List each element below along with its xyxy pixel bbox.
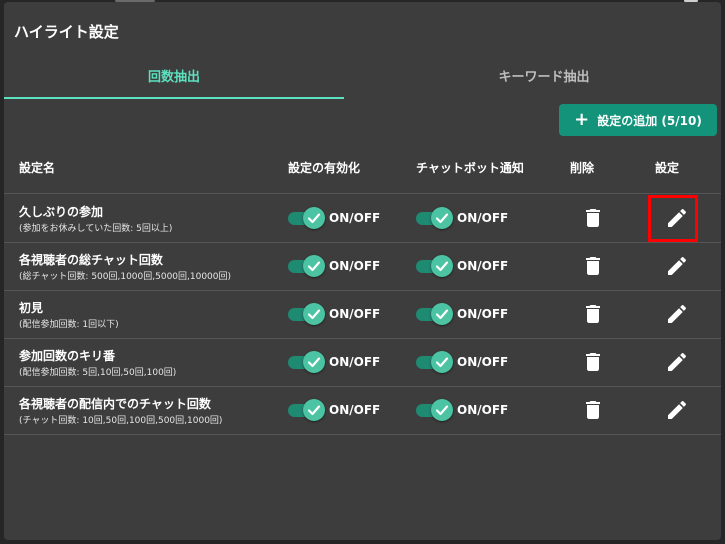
table-row: 参加回数のキリ番 (配信参加回数: 5回,10回,50回,100回) ON/OFF O… <box>4 338 721 387</box>
add-setting-button[interactable]: + 設定の追加 (5/10) <box>559 104 717 136</box>
toggle-knob <box>431 399 453 421</box>
toggle-knob <box>303 351 325 373</box>
chatbot-notify-toggle[interactable]: ON/OFF <box>416 207 509 229</box>
setting-description: (配信参加回数: 1回以下) <box>19 320 119 330</box>
trash-icon[interactable] <box>581 398 605 422</box>
toggle-label: ON/OFF <box>329 355 381 369</box>
table-header: 設定名 設定の有効化 チャットボット通知 削除 設定 <box>4 147 721 194</box>
trash-icon[interactable] <box>581 350 605 374</box>
setting-description: (チャット回数: 10回,50回,100回,500回,1000回) <box>19 416 223 426</box>
toggle-knob <box>431 207 453 229</box>
trash-icon[interactable] <box>581 206 605 230</box>
highlight-annotation-box <box>648 195 698 242</box>
enable-toggle[interactable]: ON/OFF <box>288 303 381 325</box>
add-setting-label: 設定の追加 (5/10) <box>597 113 702 128</box>
enable-toggle[interactable]: ON/OFF <box>288 399 381 421</box>
toggle-label: ON/OFF <box>457 403 509 417</box>
setting-description: (配信参加回数: 5回,10回,50回,100回) <box>19 368 177 378</box>
toggle-label: ON/OFF <box>329 211 381 225</box>
setting-name: 久しぶりの参加 <box>19 205 104 219</box>
toggle-knob <box>431 351 453 373</box>
table-row: 各視聴者の総チャット回数 (総チャット回数: 500回,1000回,5000回,1… <box>4 242 721 291</box>
column-header-delete: 削除 <box>570 161 595 175</box>
column-header-name: 設定名 <box>19 161 56 175</box>
toggle-knob <box>303 399 325 421</box>
toggle-knob <box>303 255 325 277</box>
enable-toggle[interactable]: ON/OFF <box>288 351 381 373</box>
highlight-settings-dialog: ハイライト設定 回数抽出 キーワード抽出 + 設定の追加 (5/10) 設定名 … <box>4 2 721 540</box>
toggle-label: ON/OFF <box>457 307 509 321</box>
dialog-title: ハイライト設定 <box>14 23 119 41</box>
toggle-label: ON/OFF <box>329 307 381 321</box>
chatbot-notify-toggle[interactable]: ON/OFF <box>416 303 509 325</box>
toggle-label: ON/OFF <box>457 211 509 225</box>
toggle-label: ON/OFF <box>329 259 381 273</box>
toggle-knob <box>303 207 325 229</box>
trash-icon[interactable] <box>581 254 605 278</box>
table-row: 初見 (配信参加回数: 1回以下) ON/OFF ON/OFF <box>4 290 721 339</box>
toggle-label: ON/OFF <box>457 355 509 369</box>
pencil-icon[interactable] <box>665 398 689 422</box>
pencil-icon[interactable] <box>665 254 689 278</box>
tab-bar: 回数抽出 キーワード抽出 <box>4 60 721 100</box>
column-header-chatbot: チャットボット通知 <box>416 161 524 175</box>
toggle-knob <box>431 255 453 277</box>
enable-toggle[interactable]: ON/OFF <box>288 207 381 229</box>
tab-keyword-extraction[interactable]: キーワード抽出 <box>374 60 714 100</box>
column-header-edit: 設定 <box>655 161 680 175</box>
table-row: 久しぶりの参加 (参加をお休みしていた回数: 5回以上) ON/OFF ON/OFF <box>4 194 721 243</box>
pencil-icon[interactable] <box>665 350 689 374</box>
toggle-label: ON/OFF <box>457 259 509 273</box>
chatbot-notify-toggle[interactable]: ON/OFF <box>416 255 509 277</box>
plus-icon: + <box>574 109 590 130</box>
column-header-enabled: 設定の有効化 <box>288 161 361 175</box>
setting-name: 初見 <box>19 301 44 315</box>
enable-toggle[interactable]: ON/OFF <box>288 255 381 277</box>
setting-name: 参加回数のキリ番 <box>19 349 116 363</box>
trash-icon[interactable] <box>581 302 605 326</box>
active-tab-indicator <box>4 97 344 99</box>
toggle-label: ON/OFF <box>329 403 381 417</box>
tab-count-extraction[interactable]: 回数抽出 <box>4 60 344 100</box>
toggle-knob <box>303 303 325 325</box>
setting-name: 各視聴者の総チャット回数 <box>19 253 163 267</box>
pencil-icon[interactable] <box>665 302 689 326</box>
setting-name: 各視聴者の配信内でのチャット回数 <box>19 397 211 411</box>
setting-description: (総チャット回数: 500回,1000回,5000回,10000回) <box>19 272 232 282</box>
chatbot-notify-toggle[interactable]: ON/OFF <box>416 351 509 373</box>
chatbot-notify-toggle[interactable]: ON/OFF <box>416 399 509 421</box>
setting-description: (参加をお休みしていた回数: 5回以上) <box>19 224 173 234</box>
table-row: 各視聴者の配信内でのチャット回数 (チャット回数: 10回,50回,100回,50… <box>4 386 721 435</box>
toggle-knob <box>431 303 453 325</box>
